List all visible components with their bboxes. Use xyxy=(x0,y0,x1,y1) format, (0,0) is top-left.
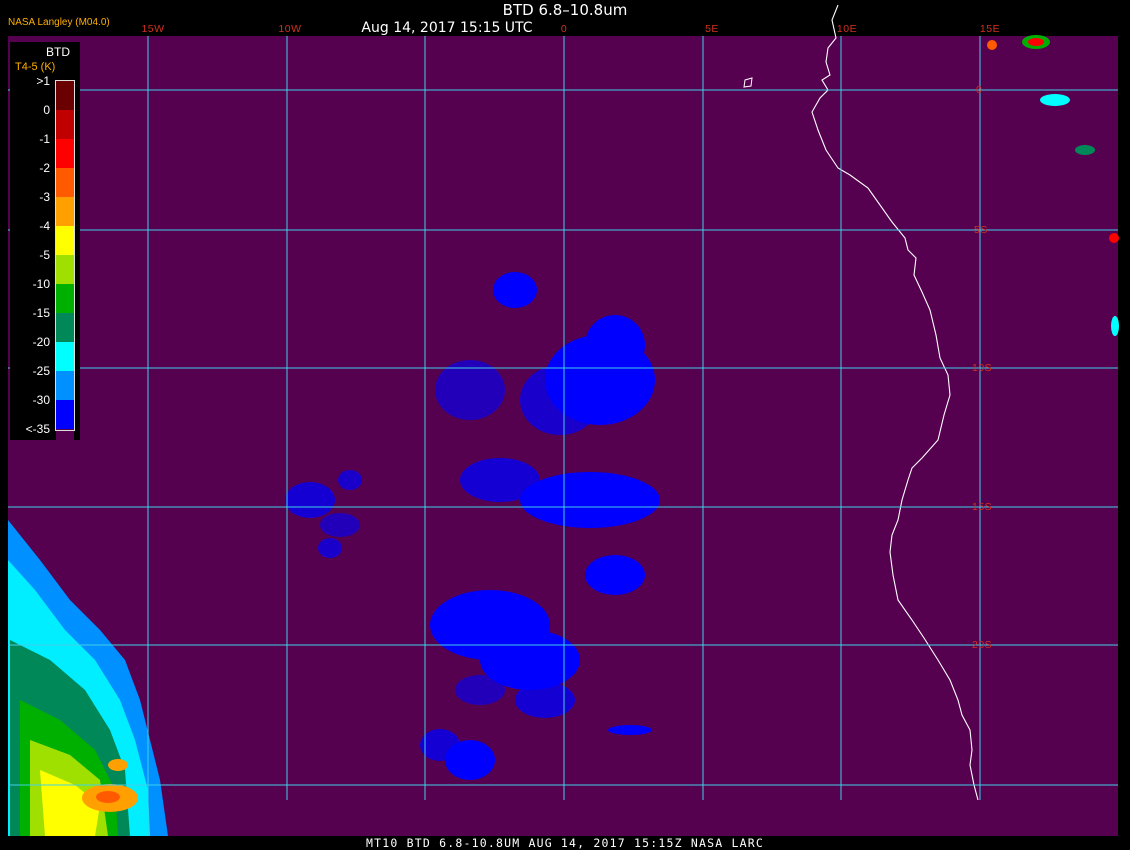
legend-label: -20 xyxy=(32,335,50,349)
lon-label-15w: 15W xyxy=(141,23,165,35)
legend-swatch xyxy=(56,429,74,465)
legend-label: -25 xyxy=(32,364,50,378)
legend-label: -15 xyxy=(32,306,50,320)
map-background xyxy=(8,36,1118,836)
legend-label: -4 xyxy=(39,219,50,233)
product-datetime: Aug 14, 2017 15:15 UTC xyxy=(361,20,533,36)
legend-title: BTD xyxy=(46,45,70,59)
btd-map xyxy=(8,4,1119,836)
legend-label: -10 xyxy=(32,277,50,291)
legend-label: -30 xyxy=(32,393,50,407)
lat-label-0: 0 xyxy=(976,84,983,96)
legend-label: -2 xyxy=(39,161,50,175)
lat-label-10s: 10S xyxy=(972,362,993,374)
satellite-image-viewer: NASA Langley (M04.0) BTD 6.8–10.8um Aug … xyxy=(0,0,1130,850)
legend-label: -3 xyxy=(39,190,50,204)
lat-label-5s: 5S xyxy=(974,224,988,236)
lat-label-20s: 20S xyxy=(972,639,993,651)
lon-label-0: 0 xyxy=(560,23,568,35)
lon-label-15e: 15E xyxy=(979,23,1001,35)
product-title: BTD 6.8–10.8um xyxy=(502,1,628,19)
legend-label: <-35 xyxy=(25,422,50,436)
legend-frame xyxy=(55,80,75,431)
legend-label: -1 xyxy=(39,132,50,146)
lat-label-15s: 15S xyxy=(972,501,993,513)
lon-label-10e: 10E xyxy=(836,23,858,35)
lon-label-10w: 10W xyxy=(278,23,302,35)
legend-label: >1 xyxy=(36,74,50,88)
footer-caption: MT10 BTD 6.8-10.8UM AUG 14, 2017 15:15Z … xyxy=(365,836,765,850)
lon-label-5e: 5E xyxy=(705,23,719,35)
color-legend: BTD T4-5 (K) >1 0 -1 -2 -3 -4 -5 -10 -15 -20 -25 -3… xyxy=(10,42,80,465)
legend-label: 0 xyxy=(43,103,50,117)
legend-units: T4-5 (K) xyxy=(15,61,56,73)
legend-label: -5 xyxy=(39,248,50,262)
